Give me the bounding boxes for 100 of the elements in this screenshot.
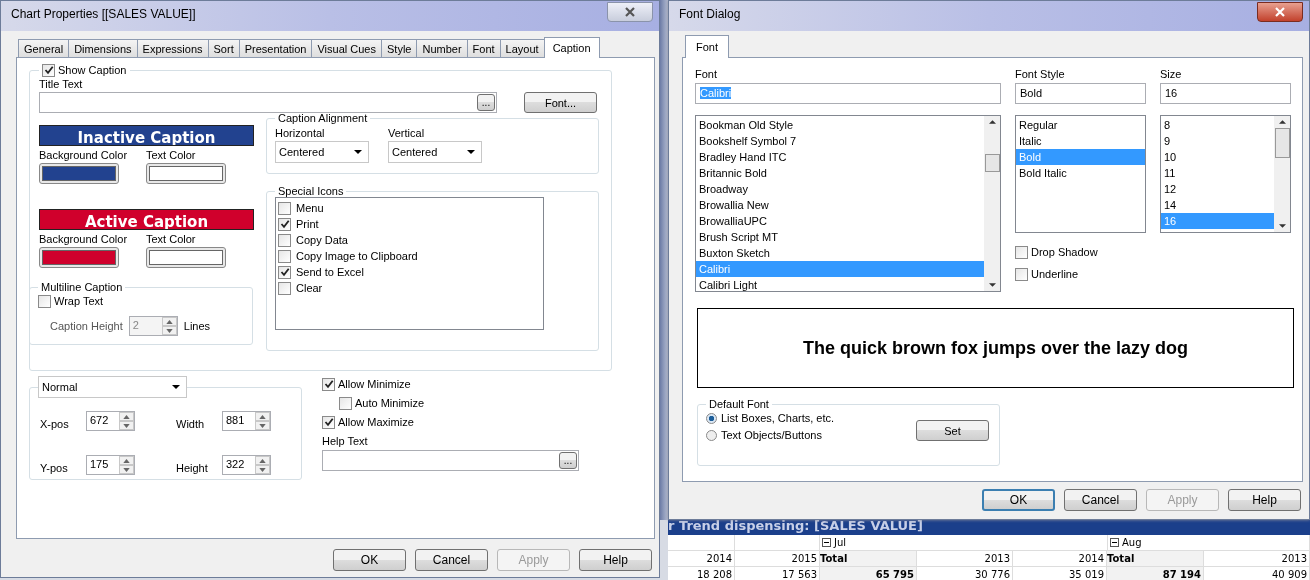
down-arrow-icon[interactable]: [988, 283, 996, 287]
tab[interactable]: General: [18, 39, 70, 57]
up-arrow-icon[interactable]: [123, 414, 130, 419]
down-arrow-icon[interactable]: [259, 467, 266, 472]
tab[interactable]: Sort: [207, 39, 240, 57]
list-item[interactable]: Britannic Bold: [696, 165, 984, 181]
tab[interactable]: Font: [685, 35, 729, 58]
down-arrow-icon[interactable]: [259, 423, 266, 428]
browse-button[interactable]: ...: [477, 94, 495, 111]
up-arrow-icon[interactable]: [1278, 120, 1286, 124]
list-item[interactable]: Browallia New: [696, 197, 984, 213]
list-item[interactable]: 11: [1161, 165, 1274, 181]
number-spinner[interactable]: 881: [222, 411, 271, 431]
list-item[interactable]: Bookshelf Symbol 7: [696, 133, 984, 149]
tab[interactable]: Number: [416, 39, 468, 57]
dropdown[interactable]: Centered: [275, 141, 369, 163]
scrollbar[interactable]: [984, 116, 1000, 291]
collapse-icon[interactable]: [822, 538, 831, 547]
dropdown[interactable]: Centered: [388, 141, 482, 163]
checkbox[interactable]: Allow Minimize: [322, 376, 577, 392]
down-arrow-icon[interactable]: [123, 423, 130, 428]
color-swatch-button[interactable]: [146, 163, 226, 184]
close-button[interactable]: [1257, 2, 1303, 22]
checkbox[interactable]: Wrap Text: [38, 293, 244, 309]
list-item[interactable]: 12: [1161, 181, 1274, 197]
list-item[interactable]: 8: [1161, 117, 1274, 133]
tab[interactable]: Visual Cues: [311, 39, 382, 57]
down-arrow-icon[interactable]: [165, 328, 173, 333]
list-item[interactable]: Italic: [1016, 133, 1145, 149]
field-label: Font Style: [1015, 68, 1066, 80]
help-text-field[interactable]: [322, 450, 579, 471]
checkbox[interactable]: Clear: [278, 280, 541, 296]
list-item[interactable]: Bradley Hand ITC: [696, 149, 984, 165]
dialog-button[interactable]: Help: [579, 549, 652, 571]
checkbox[interactable]: Send to Excel: [278, 264, 541, 280]
list-item[interactable]: BrowalliaUPC: [696, 213, 984, 229]
tab[interactable]: Dimensions: [68, 39, 138, 57]
field-label: Width: [176, 417, 206, 430]
field-label: X-pos: [40, 417, 70, 430]
list-item[interactable]: 10: [1161, 149, 1274, 165]
tab[interactable]: Expressions: [136, 39, 209, 57]
dialog-button[interactable]: Help: [1228, 489, 1301, 511]
dialog-button[interactable]: Cancel: [415, 549, 488, 571]
checkbox[interactable]: Copy Image to Clipboard: [278, 248, 541, 264]
tab[interactable]: Layout: [499, 39, 545, 57]
checkbox[interactable]: Print: [278, 216, 541, 232]
list-item[interactable]: Bold Italic: [1016, 165, 1145, 181]
down-arrow-icon[interactable]: [123, 467, 130, 472]
checkbox[interactable]: Copy Data: [278, 232, 541, 248]
checkbox[interactable]: Underline: [1015, 266, 1146, 282]
radio-button[interactable]: Text Objects/Buttons: [706, 429, 835, 441]
up-arrow-icon[interactable]: [259, 458, 266, 463]
number-spinner[interactable]: 322: [222, 455, 271, 475]
checkbox[interactable]: Show Caption: [42, 62, 127, 78]
tab[interactable]: Font: [466, 39, 501, 57]
list-item[interactable]: Bookman Old Style: [696, 117, 984, 133]
list-item[interactable]: Buxton Sketch: [696, 245, 984, 261]
up-arrow-icon[interactable]: [259, 414, 266, 419]
scroll-thumb[interactable]: [984, 154, 1000, 172]
table-cell: 30 776: [917, 567, 1013, 580]
field-label: Title Text: [39, 78, 83, 90]
number-spinner[interactable]: 175: [86, 455, 135, 475]
list-item[interactable]: 14: [1161, 197, 1274, 213]
font-style-field[interactable]: Bold: [1015, 83, 1146, 104]
group-title: Multiline Caption: [40, 281, 124, 293]
list-item[interactable]: Broadway: [696, 181, 984, 197]
font-button[interactable]: Font...: [524, 92, 597, 113]
set-button[interactable]: Set: [916, 420, 989, 441]
checkbox[interactable]: Allow Maximize: [322, 414, 577, 430]
browse-button[interactable]: ...: [559, 452, 577, 469]
list-item[interactable]: Brush Script MT: [696, 229, 984, 245]
checkbox[interactable]: Drop Shadow: [1015, 244, 1146, 260]
list-item[interactable]: 9: [1161, 133, 1274, 149]
dialog-button[interactable]: Cancel: [1064, 489, 1137, 511]
up-arrow-icon[interactable]: [165, 319, 173, 324]
column-header: 2013: [1204, 551, 1310, 566]
down-arrow-icon[interactable]: [1278, 224, 1286, 228]
close-button[interactable]: [607, 2, 653, 22]
scroll-thumb[interactable]: [1274, 128, 1290, 158]
tab[interactable]: Presentation: [238, 39, 313, 57]
tab[interactable]: Caption: [543, 37, 600, 58]
font-size-field[interactable]: 16: [1160, 83, 1291, 104]
scrollbar[interactable]: [1274, 116, 1290, 232]
radio-button[interactable]: List Boxes, Charts, etc.: [706, 412, 835, 424]
list-item[interactable]: Regular: [1016, 117, 1145, 133]
collapse-icon[interactable]: [1110, 538, 1119, 547]
up-arrow-icon[interactable]: [988, 120, 996, 124]
color-swatch-button[interactable]: [39, 247, 119, 268]
checkbox[interactable]: Auto Minimize: [339, 395, 577, 411]
title-text-field[interactable]: [39, 92, 497, 113]
color-swatch-button[interactable]: [39, 163, 119, 184]
list-item[interactable]: Calibri Light: [696, 277, 984, 291]
dialog-button[interactable]: OK: [333, 549, 406, 571]
check-icon: [323, 417, 334, 427]
dropdown[interactable]: Normal: [38, 376, 187, 398]
up-arrow-icon[interactable]: [123, 458, 130, 463]
color-swatch-button[interactable]: [146, 247, 226, 268]
checkbox[interactable]: Menu: [278, 200, 541, 216]
number-spinner[interactable]: 672: [86, 411, 135, 431]
dialog-button[interactable]: OK: [982, 489, 1055, 511]
